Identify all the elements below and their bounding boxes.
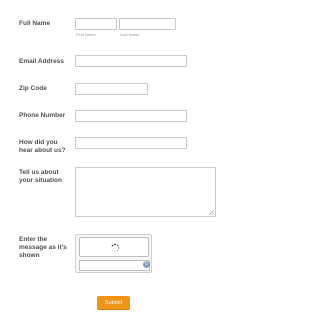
email-input[interactable]: [75, 55, 187, 67]
first-name-input[interactable]: [75, 18, 117, 30]
hear-label: How did you hear about us?: [19, 139, 66, 154]
captcha-input[interactable]: [79, 260, 150, 271]
situation-textarea[interactable]: [75, 167, 216, 217]
situation-label: Tell us about your situation: [19, 169, 62, 184]
captcha-widget: ↻: [75, 234, 152, 273]
zip-input[interactable]: [75, 83, 148, 95]
full-name-label: Full Name: [19, 20, 51, 27]
resize-handle-icon[interactable]: [209, 210, 214, 215]
captcha-image: [79, 237, 149, 257]
submit-button[interactable]: Submit: [97, 296, 130, 310]
phone-label: Phone Number: [19, 112, 66, 119]
refresh-icon[interactable]: ↻: [143, 261, 150, 268]
email-label: Email Address: [19, 58, 64, 65]
first-name-sublabel: First Name: [76, 32, 96, 37]
spinner-icon: [111, 243, 120, 253]
last-name-sublabel: Last Name: [120, 32, 140, 37]
captcha-label: Enter the message as it's shown: [19, 236, 67, 259]
hear-input[interactable]: [75, 137, 187, 149]
zip-label: Zip Code: [19, 85, 47, 92]
phone-input[interactable]: [75, 110, 187, 122]
last-name-input[interactable]: [119, 18, 176, 30]
